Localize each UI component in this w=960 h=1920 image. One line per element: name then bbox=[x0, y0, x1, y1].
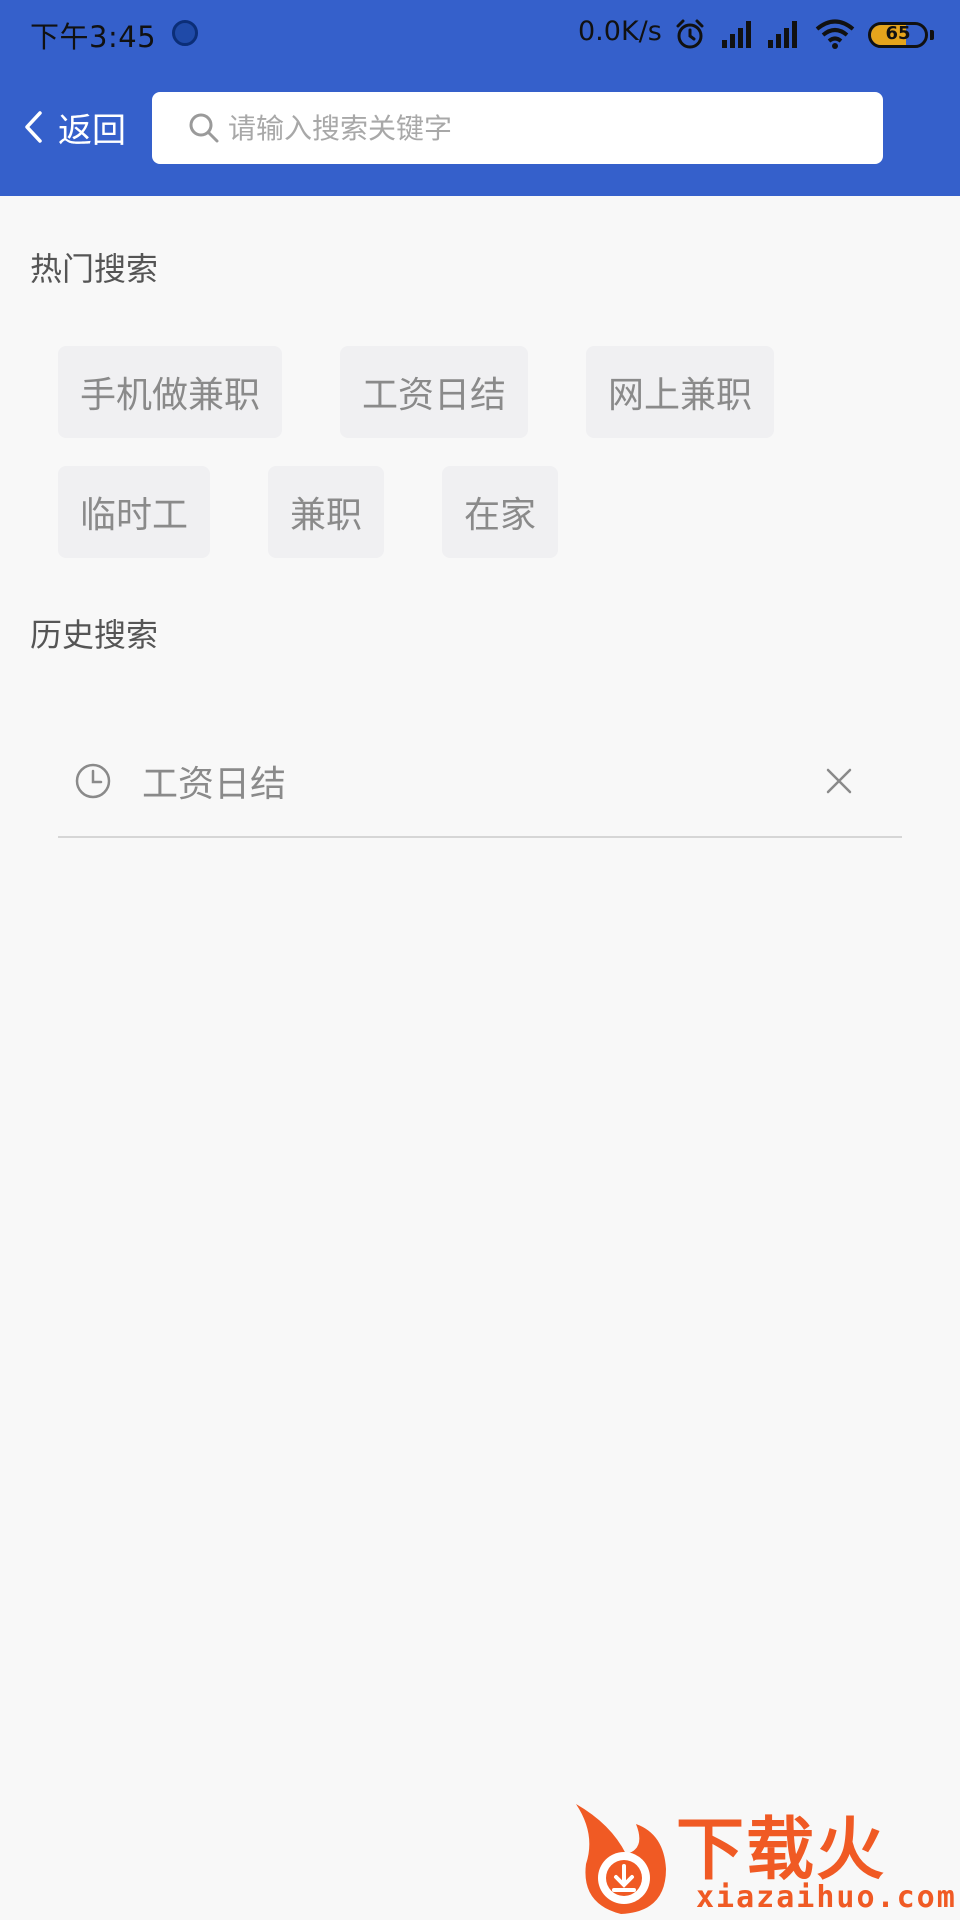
search-input[interactable] bbox=[228, 98, 848, 158]
history-item[interactable]: 工资日结 bbox=[58, 726, 902, 838]
tag-row: 手机做兼职 工资日结 网上兼职 bbox=[58, 346, 918, 438]
hot-tag[interactable]: 临时工 bbox=[58, 466, 211, 558]
battery-icon: 65 bbox=[868, 22, 928, 48]
history-item-label: 工资日结 bbox=[142, 764, 287, 805]
status-bar: 下午3:45 0.0K/s 65 bbox=[0, 0, 960, 68]
close-icon[interactable] bbox=[824, 766, 854, 796]
back-button[interactable]: 返回 bbox=[22, 104, 126, 151]
app-notification-icon bbox=[172, 20, 198, 46]
alarm-icon bbox=[676, 19, 704, 49]
status-time: 下午3:45 bbox=[30, 20, 157, 54]
battery-level: 65 bbox=[885, 23, 911, 44]
clock-icon bbox=[75, 763, 111, 799]
hot-tag[interactable]: 兼职 bbox=[268, 466, 385, 558]
chevron-left-icon bbox=[25, 111, 42, 143]
header: 下午3:45 0.0K/s 65 返回 请输入搜索关键字 bbox=[0, 0, 960, 196]
battery-tip bbox=[930, 30, 934, 40]
history-search-title: 历史搜索 bbox=[30, 616, 159, 654]
search-page: 下午3:45 0.0K/s 65 返回 请输入搜索关键字 热门搜索 手机做兼职 … bbox=[0, 0, 960, 1920]
hot-tag[interactable]: 网上兼职 bbox=[586, 346, 775, 438]
hot-tag[interactable]: 在家 bbox=[442, 466, 559, 558]
watermark-domain: xiazaihuo.com bbox=[696, 1880, 957, 1915]
network-speed: 0.0K/s bbox=[578, 16, 662, 47]
search-box[interactable] bbox=[152, 92, 883, 164]
watermark: 下载火 xiazaihuo.com bbox=[566, 1794, 960, 1920]
hot-search-title: 热门搜索 bbox=[30, 250, 159, 288]
signal-icon bbox=[722, 21, 751, 48]
hot-tag[interactable]: 工资日结 bbox=[340, 346, 529, 438]
hot-search-tags: 手机做兼职 工资日结 网上兼职 临时工 兼职 在家 bbox=[58, 346, 918, 586]
hot-tag[interactable]: 手机做兼职 bbox=[58, 346, 283, 438]
tag-row: 临时工 兼职 在家 bbox=[58, 466, 918, 558]
back-label: 返回 bbox=[58, 110, 126, 151]
search-icon bbox=[189, 113, 219, 143]
signal-icon bbox=[768, 21, 797, 48]
watermark-brand: 下载火 bbox=[676, 1811, 887, 1890]
wifi-icon bbox=[815, 19, 855, 49]
flame-logo-icon bbox=[576, 1804, 666, 1914]
